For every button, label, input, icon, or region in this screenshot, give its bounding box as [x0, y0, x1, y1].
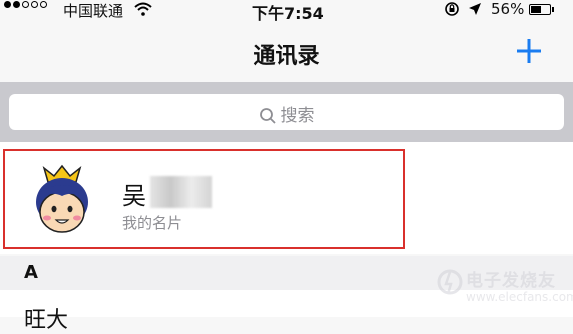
signal-strength-icon	[4, 1, 47, 8]
search-placeholder: 搜索	[280, 106, 315, 126]
battery-icon	[529, 4, 551, 15]
watermark-logo: 电子发烧友 www.elecfans.com	[436, 262, 573, 310]
page-title: 通讯录	[253, 44, 320, 69]
search-bar-container: 搜索	[0, 82, 573, 142]
watermark-text: 电子发烧友	[466, 271, 556, 291]
contact-name: 旺大	[24, 308, 69, 333]
battery-percent: 56%	[491, 0, 525, 18]
my-card-row[interactable]: 吴 我的名片	[0, 142, 573, 254]
watermark-icon	[437, 269, 463, 295]
signal-dot	[4, 1, 11, 8]
highlight-box	[3, 149, 405, 249]
section-letter: A	[24, 262, 38, 283]
search-icon	[259, 108, 276, 124]
battery-level-fill	[531, 6, 541, 13]
carrier-name: 中国联通	[63, 2, 124, 20]
watermark-url: www.elecfans.com	[466, 290, 573, 304]
location-arrow-icon	[469, 3, 481, 15]
search-input[interactable]: 搜索	[9, 94, 564, 130]
wifi-icon	[134, 2, 152, 16]
signal-dot	[40, 1, 47, 8]
plus-icon	[517, 39, 541, 63]
navigation-bar: 通讯录	[0, 20, 573, 82]
status-bar: 中国联通 下午7:54 56%	[0, 0, 573, 23]
signal-dot	[31, 1, 38, 8]
signal-dot	[22, 1, 29, 8]
add-contact-button[interactable]	[512, 34, 546, 68]
battery-tip	[552, 7, 554, 12]
rotation-lock-icon	[445, 2, 459, 16]
signal-dot	[13, 1, 20, 8]
